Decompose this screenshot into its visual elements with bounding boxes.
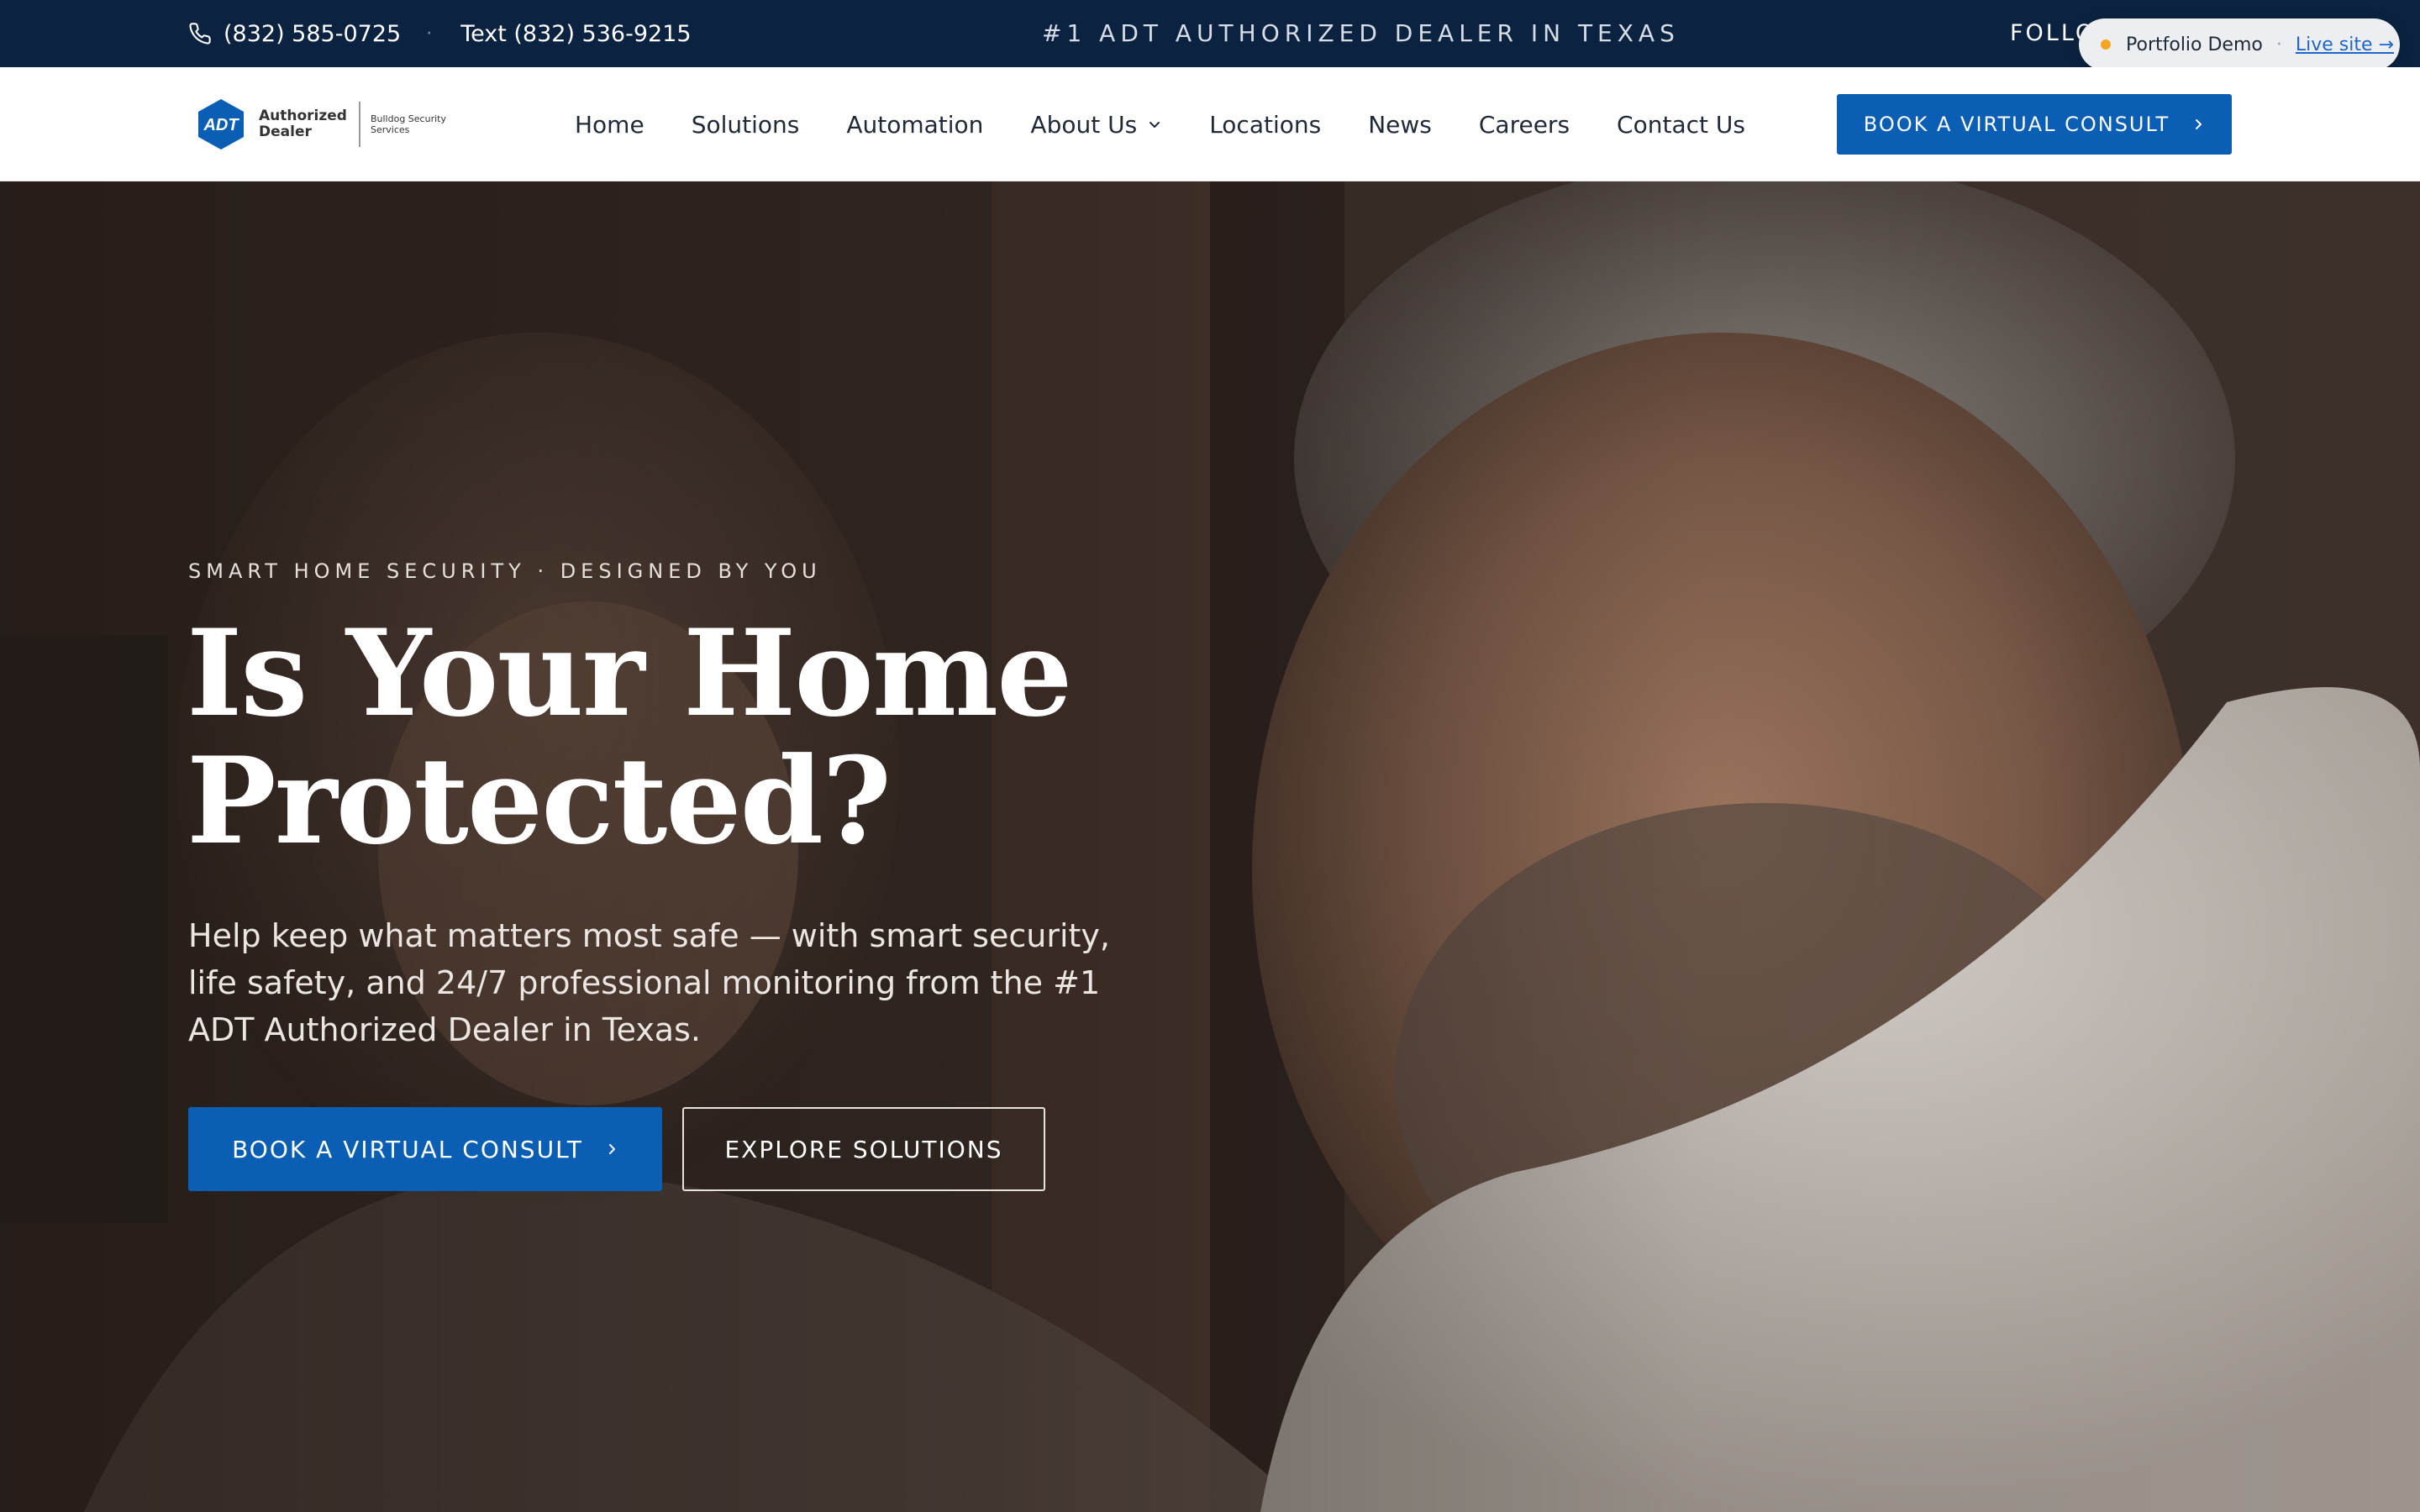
- nav-item-solutions[interactable]: Solutions: [692, 111, 800, 139]
- nav-item-careers[interactable]: Careers: [1479, 111, 1570, 139]
- svg-text:ADT: ADT: [203, 116, 239, 134]
- separator-dot: ·: [426, 23, 433, 45]
- logo-line-2: Dealer: [259, 123, 312, 140]
- hero-description: Help keep what matters most safe — with …: [188, 917, 1110, 1048]
- hero-headline: Is Your Home Protected?: [187, 610, 1195, 865]
- phone-link[interactable]: (832) 585-0725: [224, 21, 401, 47]
- headline-line-2: Protected?: [187, 732, 892, 871]
- logo-line-1: Authorized: [259, 108, 347, 124]
- top-bar: (832) 585-0725 · Text (832) 536-9215 #1 …: [0, 0, 2420, 67]
- secondary-button-label: EXPLORE SOLUTIONS: [724, 1135, 1003, 1163]
- nav-item-about-us[interactable]: About Us: [1030, 111, 1162, 139]
- primary-button-label: BOOK A VIRTUAL CONSULT: [232, 1135, 583, 1163]
- nav-item-automation[interactable]: Automation: [846, 111, 983, 139]
- explore-solutions-button[interactable]: EXPLORE SOLUTIONS: [682, 1107, 1045, 1191]
- pill-separator: ·: [2275, 34, 2282, 55]
- dealer-tagline: #1 ADT AUTHORIZED DEALER IN TEXAS: [1042, 19, 1680, 47]
- portfolio-label: Portfolio Demo: [2126, 34, 2263, 55]
- portfolio-demo-pill: Portfolio Demo · Live site →: [2079, 18, 2400, 71]
- chevron-right-icon: [2196, 119, 2202, 129]
- headline-line-1: Is Your Home: [187, 604, 1073, 743]
- chevron-down-icon: [1150, 122, 1160, 128]
- nav-item-home[interactable]: Home: [575, 111, 644, 139]
- status-dot: [2101, 39, 2111, 50]
- nav-cta-label: BOOK A VIRTUAL CONSULT: [1863, 113, 2170, 136]
- nav-item-news[interactable]: News: [1368, 111, 1432, 139]
- logo-divider: [358, 102, 360, 147]
- main-nav: ADT Authorized Dealer Bulldog Security S…: [0, 67, 2420, 181]
- logo-sub-2: Services: [370, 124, 410, 135]
- hero-eyebrow: SMART HOME SECURITY · DESIGNED BY YOU: [188, 559, 822, 583]
- nav-item-locations[interactable]: Locations: [1209, 111, 1321, 139]
- phone-icon: [188, 22, 212, 45]
- adt-logo-icon: ADT: [198, 99, 244, 150]
- nav-item-contact-us[interactable]: Contact Us: [1617, 111, 1745, 139]
- text-phone-link[interactable]: Text (832) 536-9215: [460, 21, 691, 47]
- chevron-right-icon: [608, 1144, 615, 1154]
- hero-section: SMART HOME SECURITY · DESIGNED BY YOU Is…: [0, 181, 2420, 1512]
- logo-text: Authorized Dealer: [259, 108, 347, 140]
- contact-group: (832) 585-0725 · Text (832) 536-9215: [188, 0, 692, 67]
- site-logo[interactable]: ADT Authorized Dealer Bulldog Security S…: [195, 97, 446, 151]
- nav-links: Home Solutions Automation About Us Locat…: [575, 67, 1792, 181]
- book-consult-nav-button[interactable]: BOOK A VIRTUAL CONSULT: [1837, 94, 2232, 155]
- page: (832) 585-0725 · Text (832) 536-9215 #1 …: [0, 0, 2420, 1512]
- logo-sub-1: Bulldog Security: [370, 113, 446, 124]
- live-site-link[interactable]: Live site →: [2296, 34, 2394, 55]
- logo-subtext: Bulldog Security Services: [371, 113, 446, 135]
- book-consult-hero-button[interactable]: BOOK A VIRTUAL CONSULT: [188, 1107, 662, 1191]
